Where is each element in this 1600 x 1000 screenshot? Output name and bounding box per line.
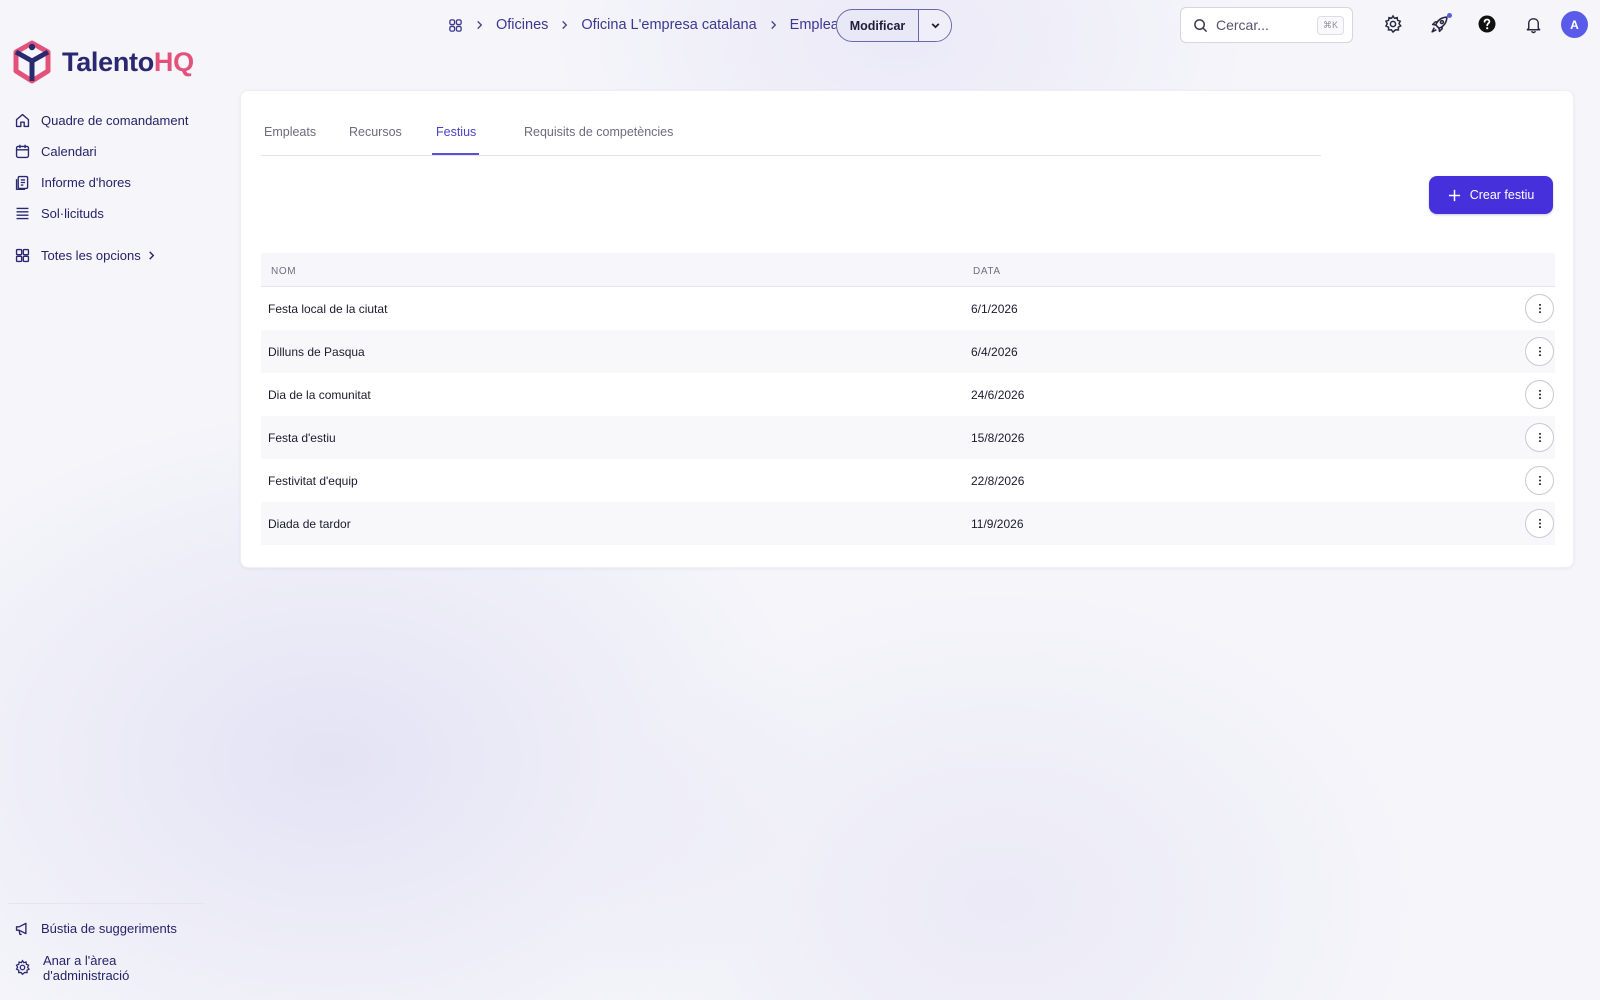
sidebar-item-label: Anar a l'àrea d'administració — [43, 953, 130, 983]
search-input[interactable]: Cercar... ⌘K — [1180, 7, 1353, 43]
holiday-date: 6/4/2026 — [971, 345, 1018, 359]
sidebar-item-calendar[interactable]: Calendari — [14, 143, 97, 160]
table-row: Dia de la comunitat 24/6/2026 — [261, 373, 1555, 416]
report-icon — [15, 175, 29, 190]
edit-button[interactable]: Modificar — [837, 10, 918, 41]
breadcrumb: Oficines Oficina L'empresa catalana Empl… — [448, 13, 850, 37]
home-icon — [15, 113, 30, 128]
more-vertical-icon — [1538, 303, 1541, 314]
holiday-date: 6/1/2026 — [971, 302, 1018, 316]
holiday-date: 22/8/2026 — [971, 474, 1025, 488]
holiday-name: Festa local de la ciutat — [268, 302, 388, 316]
breadcrumb-offices[interactable]: Oficines — [496, 17, 548, 33]
bell-icon[interactable] — [1521, 12, 1545, 36]
sidebar-item-label: Totes les opcions — [41, 248, 141, 263]
sidebar-item-requests[interactable]: Sol·licituds — [14, 205, 104, 222]
tab-holidays[interactable]: Festius — [436, 125, 476, 139]
brand-name: TalentoHQ — [62, 46, 194, 77]
tab-skill-requirements[interactable]: Requisits de competències — [524, 125, 673, 139]
sidebar-item-suggestions[interactable]: Bústia de suggeriments — [14, 920, 177, 937]
megaphone-icon — [15, 922, 27, 936]
sidebar-item-label: Informe d'hores — [41, 175, 131, 190]
holidays-card: Empleats Recursos Festius Requisits de c… — [240, 90, 1574, 568]
row-actions-button[interactable] — [1525, 423, 1554, 452]
row-actions-button[interactable] — [1525, 294, 1554, 323]
gear-icon — [15, 959, 31, 976]
tab-resources[interactable]: Recursos — [349, 125, 402, 139]
sidebar-item-hours-report[interactable]: Informe d'hores — [14, 174, 131, 191]
brand-logo[interactable]: TalentoHQ — [12, 40, 194, 84]
sidebar-item-label: Bústia de suggeriments — [41, 921, 177, 936]
create-holiday-label: Crear festiu — [1469, 188, 1535, 202]
edit-button-group: Modificar — [836, 9, 952, 42]
sidebar-item-label: Calendari — [41, 144, 97, 159]
cube-logo-icon — [13, 40, 51, 84]
calendar-icon — [15, 144, 30, 159]
sidebar-divider — [8, 903, 206, 904]
holiday-name: Festa d'estiu — [268, 431, 336, 445]
help-icon[interactable] — [1475, 12, 1499, 36]
more-vertical-icon — [1538, 432, 1541, 443]
sidebar-item-label: Sol·licituds — [41, 206, 104, 221]
holiday-name: Dia de la comunitat — [268, 388, 371, 402]
table-row: Festa local de la ciutat 6/1/2026 — [261, 287, 1555, 330]
sidebar-item-dashboard[interactable]: Quadre de comandament — [14, 112, 188, 129]
row-actions-button[interactable] — [1525, 337, 1554, 366]
tab-employees[interactable]: Empleats — [264, 125, 316, 139]
holiday-date: 15/8/2026 — [971, 431, 1025, 445]
apps-grid-icon[interactable] — [448, 18, 463, 33]
table-row: Festa d'estiu 15/8/2026 — [261, 416, 1555, 459]
more-vertical-icon — [1538, 389, 1541, 400]
sidebar-item-label: Quadre de comandament — [41, 113, 189, 128]
search-icon — [1194, 18, 1208, 32]
holiday-name: Diada de tardor — [268, 517, 351, 531]
holiday-date: 24/6/2026 — [971, 388, 1025, 402]
chevron-right-icon — [477, 20, 483, 30]
table-row: Festivitat d'equip 22/8/2026 — [261, 459, 1555, 502]
grid-icon — [15, 248, 30, 263]
column-header-name: NOM — [271, 266, 297, 277]
tab-bar: Empleats Recursos Festius Requisits de c… — [261, 91, 1321, 156]
sidebar-item-admin[interactable]: Anar a l'àrea d'administració — [14, 953, 129, 983]
holiday-date: 11/9/2026 — [971, 517, 1024, 531]
chevron-right-icon — [770, 20, 776, 30]
avatar[interactable]: A — [1561, 11, 1588, 38]
notification-dot — [1447, 13, 1452, 18]
breadcrumb-office[interactable]: Oficina L'empresa catalana — [581, 17, 756, 33]
column-header-date: DATA — [973, 266, 1001, 277]
table-header: NOM DATA — [261, 253, 1555, 287]
settings-icon[interactable] — [1381, 12, 1405, 36]
chevron-right-icon — [562, 20, 568, 30]
edit-dropdown-button[interactable] — [918, 10, 951, 41]
list-icon — [16, 207, 29, 220]
table-row: Dilluns de Pasqua 6/4/2026 — [261, 330, 1555, 373]
row-actions-button[interactable] — [1525, 380, 1554, 409]
more-vertical-icon — [1538, 346, 1541, 357]
sidebar-item-all-options[interactable]: Totes les opcions — [14, 247, 156, 264]
chevron-down-icon — [931, 23, 939, 29]
plus-icon — [1448, 189, 1460, 201]
row-actions-button[interactable] — [1525, 509, 1554, 538]
table-row: Diada de tardor 11/9/2026 — [261, 502, 1555, 545]
search-shortcut-badge: ⌘K — [1316, 15, 1344, 35]
chevron-right-icon — [148, 251, 155, 260]
holiday-name: Festivitat d'equip — [268, 474, 358, 488]
row-actions-button[interactable] — [1525, 466, 1554, 495]
more-vertical-icon — [1538, 475, 1541, 486]
active-tab-indicator — [432, 153, 479, 155]
search-placeholder: Cercar... — [1216, 17, 1269, 33]
create-holiday-button[interactable]: Crear festiu — [1429, 176, 1553, 214]
more-vertical-icon — [1538, 518, 1541, 529]
holiday-name: Dilluns de Pasqua — [268, 345, 365, 359]
